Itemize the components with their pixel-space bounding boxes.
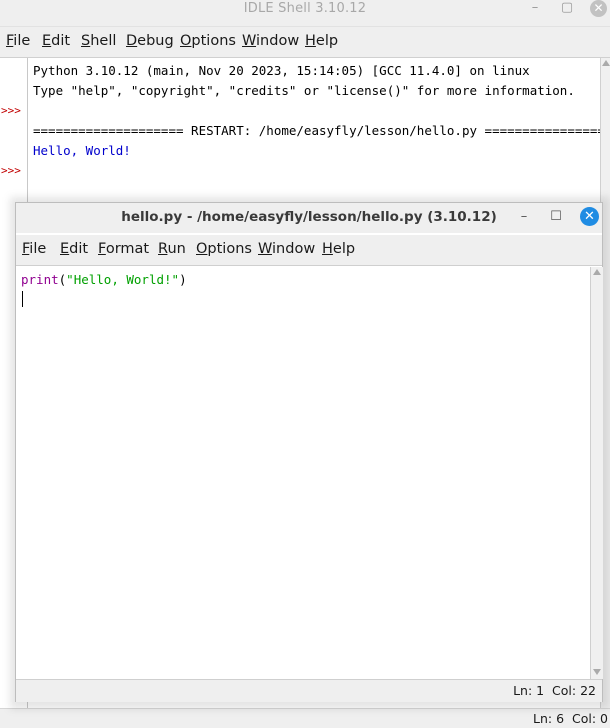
shell-menu-edit[interactable]: Edit (42, 27, 70, 57)
editor-menu-options[interactable]: Options (196, 235, 252, 265)
editor-titlebar[interactable]: hello.py - /home/easyfly/lesson/hello.py… (16, 203, 602, 233)
editor-menu-help[interactable]: Help (322, 235, 355, 265)
shell-prompt: >>> (1, 104, 21, 117)
shell-minimize-button[interactable]: – (525, 0, 545, 18)
shell-cursor-position: Ln: 6 Col: 0 (533, 711, 608, 726)
maximize-icon: ☐ (550, 209, 562, 224)
shell-banner-line: Python 3.10.12 (main, Nov 20 2023, 15:14… (33, 63, 530, 78)
scroll-down-arrow-icon[interactable] (593, 669, 601, 675)
shell-titlebar: IDLE Shell 3.10.12 – ▢ ✕ (0, 0, 610, 27)
shell-maximize-button[interactable]: ▢ (557, 0, 577, 18)
shell-menu-file[interactable]: File (6, 27, 30, 57)
close-icon: ✕ (593, 1, 604, 15)
editor-close-button[interactable]: ✕ (580, 207, 599, 226)
shell-menu-debug[interactable]: Debug (126, 27, 174, 57)
code-paren-close: ) (179, 272, 187, 287)
shell-menu-window[interactable]: Window (242, 27, 299, 57)
shell-close-button[interactable]: ✕ (590, 0, 607, 17)
shell-window-title: IDLE Shell 3.10.12 (243, 1, 367, 16)
shell-banner-line: Type "help", "copyright", "credits" or "… (33, 83, 575, 98)
minimize-icon: – (520, 209, 528, 224)
editor-menu-run[interactable]: Run (158, 235, 186, 265)
editor-window: hello.py - /home/easyfly/lesson/hello.py… (15, 202, 603, 702)
shell-prompt: >>> (1, 164, 21, 177)
code-builtin: print (21, 272, 59, 287)
shell-statusbar: Ln: 6 Col: 0 (0, 708, 610, 728)
shell-restart-line: ==================== RESTART: /home/easy… (33, 123, 610, 138)
editor-cursor-position: Ln: 1 Col: 22 (513, 683, 596, 698)
editor-statusbar: Ln: 1 Col: 22 (16, 679, 602, 702)
editor-scrollbar[interactable] (590, 267, 603, 679)
shell-menu-options[interactable]: Options (180, 27, 236, 57)
code-line: print("Hello, World!") (21, 271, 187, 289)
editor-menu-file[interactable]: File (22, 235, 46, 265)
text-cursor (22, 291, 23, 307)
code-string: "Hello, World!" (66, 272, 180, 287)
shell-menubar: File Edit Shell Debug Options Window Hel… (0, 27, 610, 58)
editor-code-area[interactable]: print("Hello, World!") (16, 267, 590, 679)
editor-menu-edit[interactable]: Edit (60, 235, 88, 265)
editor-maximize-button[interactable]: ☐ (548, 207, 564, 227)
close-icon: ✕ (584, 209, 595, 224)
editor-menu-window[interactable]: Window (258, 235, 315, 265)
shell-menu-help[interactable]: Help (305, 27, 338, 57)
editor-window-title: hello.py - /home/easyfly/lesson/hello.py… (121, 209, 497, 225)
shell-menu-shell[interactable]: Shell (81, 27, 116, 57)
editor-menubar: File Edit Format Run Options Window Help (16, 235, 602, 266)
editor-minimize-button[interactable]: – (516, 207, 532, 227)
scroll-up-arrow-icon[interactable] (593, 269, 601, 275)
scroll-up-arrow-icon[interactable] (602, 60, 610, 66)
shell-program-output: Hello, World! (33, 143, 131, 158)
editor-menu-format[interactable]: Format (98, 235, 149, 265)
